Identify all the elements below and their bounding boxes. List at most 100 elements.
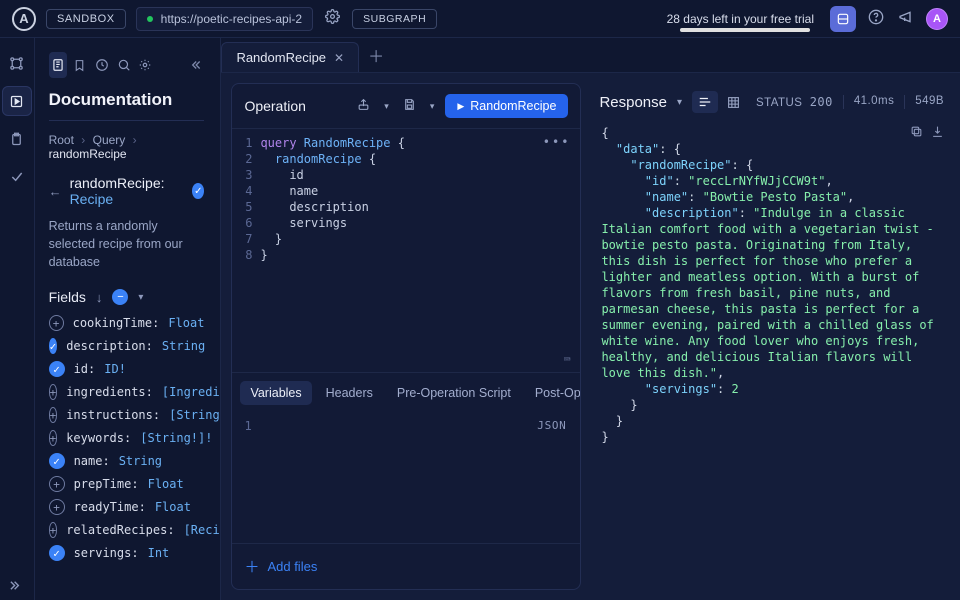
announce-icon[interactable] xyxy=(896,9,916,29)
editor-tabstrip: RandomRecipe ✕ ＋ xyxy=(221,38,960,73)
chevron-down-icon[interactable]: ▾ xyxy=(427,99,438,114)
rail-explorer-icon[interactable] xyxy=(2,86,32,116)
field-type[interactable]: ID! xyxy=(104,362,126,376)
field-row[interactable]: +keywords: [String!]! xyxy=(49,430,205,446)
plus-icon[interactable]: + xyxy=(49,476,65,492)
save-icon[interactable] xyxy=(400,96,419,116)
play-icon: ▶ xyxy=(457,101,464,112)
variables-lang-label: JSON xyxy=(537,419,566,432)
close-tab-icon[interactable]: ✕ xyxy=(334,51,344,65)
field-type[interactable]: [Recipe] xyxy=(184,523,222,537)
endpoint-url-box[interactable]: https://poetic-recipes-api-2 xyxy=(136,7,313,31)
field-type[interactable]: [String!]! xyxy=(140,431,212,445)
fields-collapse-all-icon[interactable]: − xyxy=(112,289,128,305)
check-icon[interactable]: ✓ xyxy=(49,453,65,469)
field-name: relatedRecipes: xyxy=(66,523,174,537)
field-row[interactable]: ✓name: String xyxy=(49,453,205,469)
docs-search-icon[interactable] xyxy=(115,52,133,78)
crumb-root[interactable]: Root xyxy=(49,133,74,147)
response-json[interactable]: { "data": { "randomRecipe": { "id": "rec… xyxy=(601,125,946,445)
plus-icon[interactable]: + xyxy=(49,499,65,515)
editor-tab[interactable]: RandomRecipe ✕ xyxy=(221,42,359,72)
crumb-query[interactable]: Query xyxy=(93,133,126,147)
main-area: RandomRecipe ✕ ＋ Operation ▾ ▾ xyxy=(221,38,960,600)
operation-editor[interactable]: 12345678 query RandomRecipe { randomReci… xyxy=(232,129,580,372)
user-avatar[interactable]: A xyxy=(926,8,948,30)
bottom-tab[interactable]: Variables xyxy=(240,381,311,405)
field-row[interactable]: ✓servings: Int xyxy=(49,545,205,561)
trial-notice[interactable]: 28 days left in your free trial xyxy=(667,12,814,26)
rail-schema-icon[interactable] xyxy=(2,48,32,78)
fields-header: Fields xyxy=(49,289,86,305)
apollo-logo[interactable]: A xyxy=(12,7,36,31)
field-type[interactable]: Int xyxy=(148,546,170,560)
operation-more-icon[interactable]: ••• xyxy=(543,135,571,149)
response-chevron-icon[interactable]: ▾ xyxy=(677,97,682,108)
bottom-tab[interactable]: Headers xyxy=(316,381,383,405)
field-row[interactable]: ✓id: ID! xyxy=(49,361,205,377)
plus-icon[interactable]: + xyxy=(49,384,58,400)
bottom-tab[interactable]: Post-Operation Script xyxy=(525,381,581,405)
field-row[interactable]: +relatedRecipes: [Recipe] xyxy=(49,522,205,538)
field-type[interactable]: [String] xyxy=(169,408,221,422)
field-selected-badge[interactable]: ✓ xyxy=(192,183,204,199)
field-name: randomRecipe: xyxy=(70,175,165,191)
field-row[interactable]: + readyTime: Float xyxy=(49,499,205,515)
field-type[interactable]: Float xyxy=(148,477,184,491)
plus-icon[interactable]: + xyxy=(49,315,64,331)
add-tab-button[interactable]: ＋ xyxy=(359,38,393,72)
response-view-table-icon[interactable] xyxy=(720,91,746,113)
docs-sidebar: Documentation Root › Query › randomRecip… xyxy=(35,38,222,600)
field-type[interactable]: [Ingredient] xyxy=(162,385,222,399)
field-row[interactable]: +ingredients: [Ingredient] xyxy=(49,384,205,400)
endpoint-url: https://poetic-recipes-api-2 xyxy=(161,12,302,26)
field-name: description: xyxy=(66,339,153,353)
download-response-icon[interactable] xyxy=(931,125,944,142)
field-type[interactable]: String xyxy=(162,339,205,353)
share-icon[interactable] xyxy=(354,96,373,116)
check-icon[interactable]: ✓ xyxy=(49,338,58,354)
keyboard-icon[interactable]: ⌨ xyxy=(564,353,571,366)
check-icon[interactable]: ✓ xyxy=(49,545,65,561)
field-name: readyTime: xyxy=(74,500,146,514)
endpoint-settings-icon[interactable] xyxy=(323,9,342,28)
docs-bookmark-icon[interactable] xyxy=(71,52,89,78)
fields-sort-icon[interactable]: ↓ xyxy=(96,290,103,305)
rail-clipboard-icon[interactable] xyxy=(2,124,32,154)
plus-icon: ＋ xyxy=(244,556,259,577)
left-rail xyxy=(0,38,35,600)
field-row[interactable]: +prepTime: Float xyxy=(49,476,205,492)
run-operation-button[interactable]: ▶ RandomRecipe xyxy=(445,94,568,118)
response-view-json-icon[interactable] xyxy=(692,91,718,113)
field-type[interactable]: Float xyxy=(168,316,204,330)
docs-settings-icon[interactable] xyxy=(137,52,155,78)
plus-icon[interactable]: + xyxy=(49,430,58,446)
copy-response-icon[interactable] xyxy=(910,125,923,142)
field-type[interactable]: String xyxy=(119,454,162,468)
docs-history-icon[interactable] xyxy=(93,52,111,78)
rail-expand-icon[interactable] xyxy=(2,570,32,600)
assist-button[interactable] xyxy=(830,6,856,32)
docs-docs-icon[interactable] xyxy=(49,52,67,78)
status-code: 200 xyxy=(810,95,833,109)
field-row[interactable]: +cookingTime: Float xyxy=(49,315,205,331)
field-return-type[interactable]: Recipe xyxy=(70,191,114,207)
subgraph-button[interactable]: SUBGRAPH xyxy=(352,9,437,29)
field-row[interactable]: ✓ description: String xyxy=(49,338,205,354)
plus-icon[interactable]: + xyxy=(49,522,58,538)
back-arrow-icon[interactable]: ← xyxy=(49,184,62,199)
add-files-button[interactable]: ＋ Add files xyxy=(232,543,580,589)
fields-chevron-icon[interactable]: ▾ xyxy=(138,292,143,303)
variables-editor[interactable]: 1 JSON xyxy=(232,413,580,543)
bottom-tab[interactable]: Pre-Operation Script xyxy=(387,381,521,405)
rail-checks-icon[interactable] xyxy=(2,162,32,192)
check-icon[interactable]: ✓ xyxy=(49,361,65,377)
sandbox-badge[interactable]: SANDBOX xyxy=(46,9,126,29)
chevron-down-icon[interactable]: ▾ xyxy=(381,99,392,114)
field-row[interactable]: +instructions: [String] xyxy=(49,407,205,423)
breadcrumb: Root › Query › randomRecipe xyxy=(49,133,205,161)
docs-collapse-icon[interactable] xyxy=(186,52,204,78)
plus-icon[interactable]: + xyxy=(49,407,58,423)
help-icon[interactable] xyxy=(866,9,886,29)
field-type[interactable]: Float xyxy=(155,500,191,514)
